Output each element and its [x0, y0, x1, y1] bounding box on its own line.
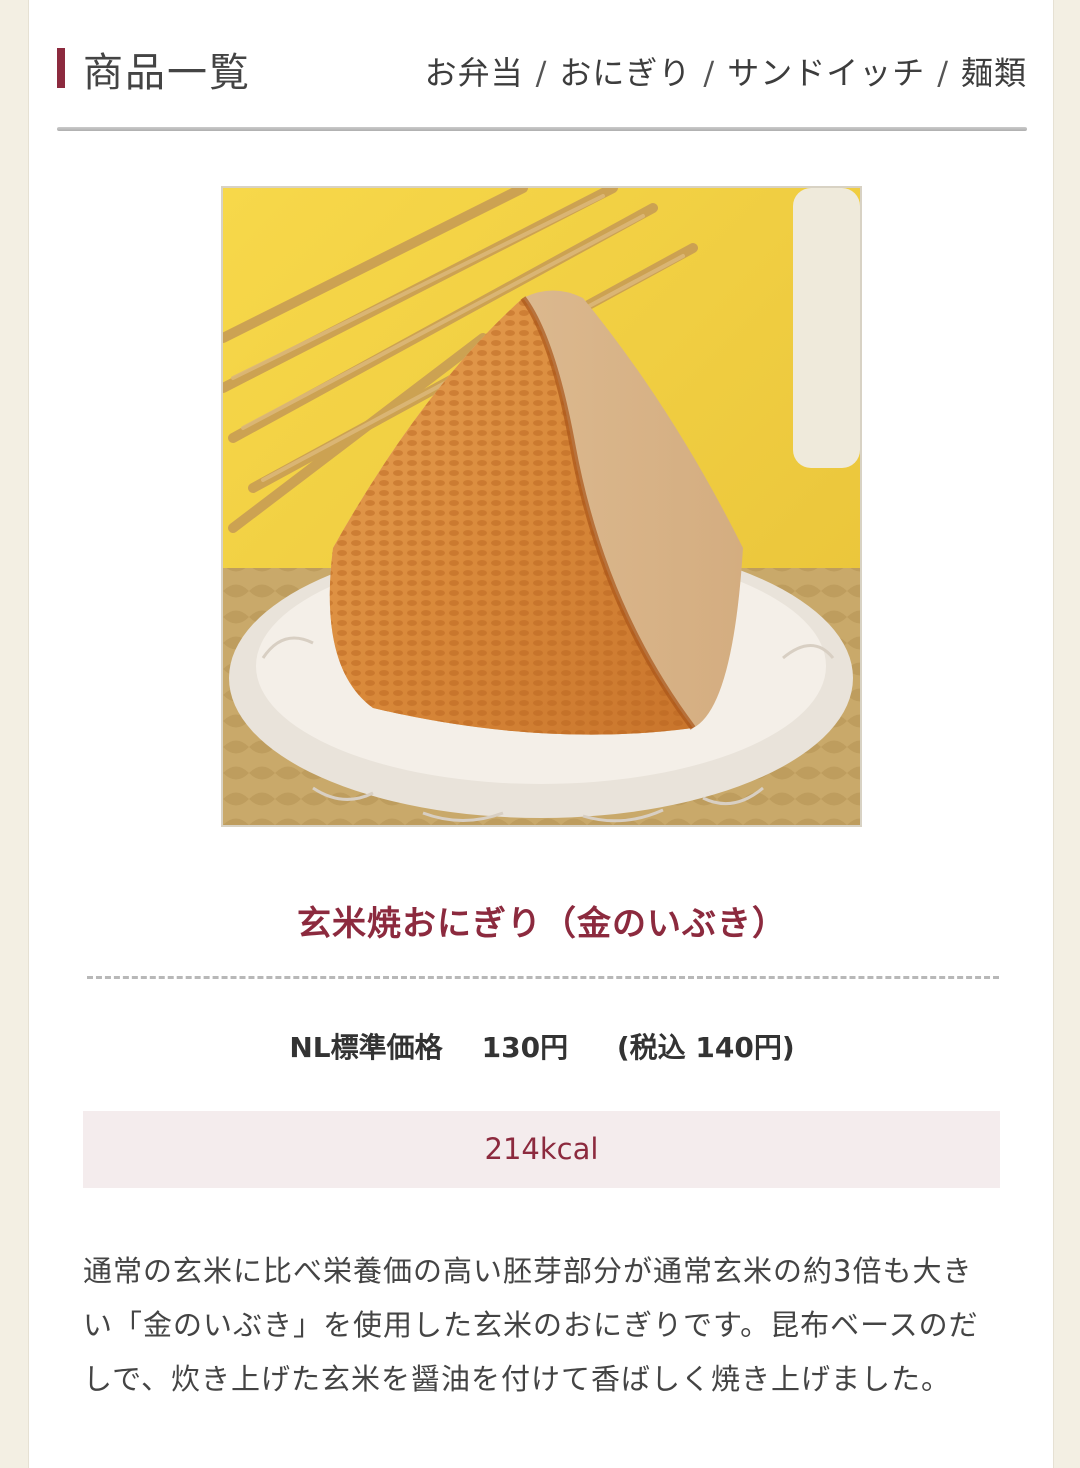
content-panel: 商品一覧 お弁当 / おにぎり / サンドイッチ / 麺類 玄米焼おにぎり（金の… — [28, 0, 1054, 1468]
header-divider — [57, 127, 1027, 131]
page-title: 商品一覧 — [83, 50, 251, 96]
category-separator: / — [535, 54, 548, 92]
calorie-badge: 214kcal — [83, 1111, 1000, 1188]
category-separator: / — [937, 54, 949, 92]
page-header: 商品一覧 お弁当 / おにぎり / サンドイッチ / 麺類 — [57, 36, 1027, 106]
price-row: NL標準価格 130円 (税込 140円) — [29, 1026, 1055, 1066]
dashed-divider — [87, 976, 999, 979]
category-nav: お弁当 / おにぎり / サンドイッチ / 麺類 — [425, 48, 1027, 94]
price-tax-included: (税込 140円) — [616, 1031, 795, 1064]
category-link-bento[interactable]: お弁当 — [425, 54, 524, 92]
category-separator: / — [703, 54, 716, 92]
product-name: 玄米焼おにぎり（金のいぶき） — [297, 904, 787, 944]
product-photo — [221, 186, 862, 827]
header-marker-bar — [57, 48, 65, 88]
category-link-sandwich[interactable]: サンドイッチ — [727, 54, 925, 92]
price-value: 130円 — [481, 1031, 569, 1064]
product-description: 通常の玄米に比べ栄養価の高い胚芽部分が通常玄米の約3倍も大きい「金のいぶき」を使… — [83, 1254, 979, 1396]
price-label: NL標準価格 — [289, 1031, 443, 1064]
category-link-onigiri[interactable]: おにぎり — [559, 54, 691, 92]
category-link-noodles[interactable]: 麺類 — [961, 54, 1027, 92]
